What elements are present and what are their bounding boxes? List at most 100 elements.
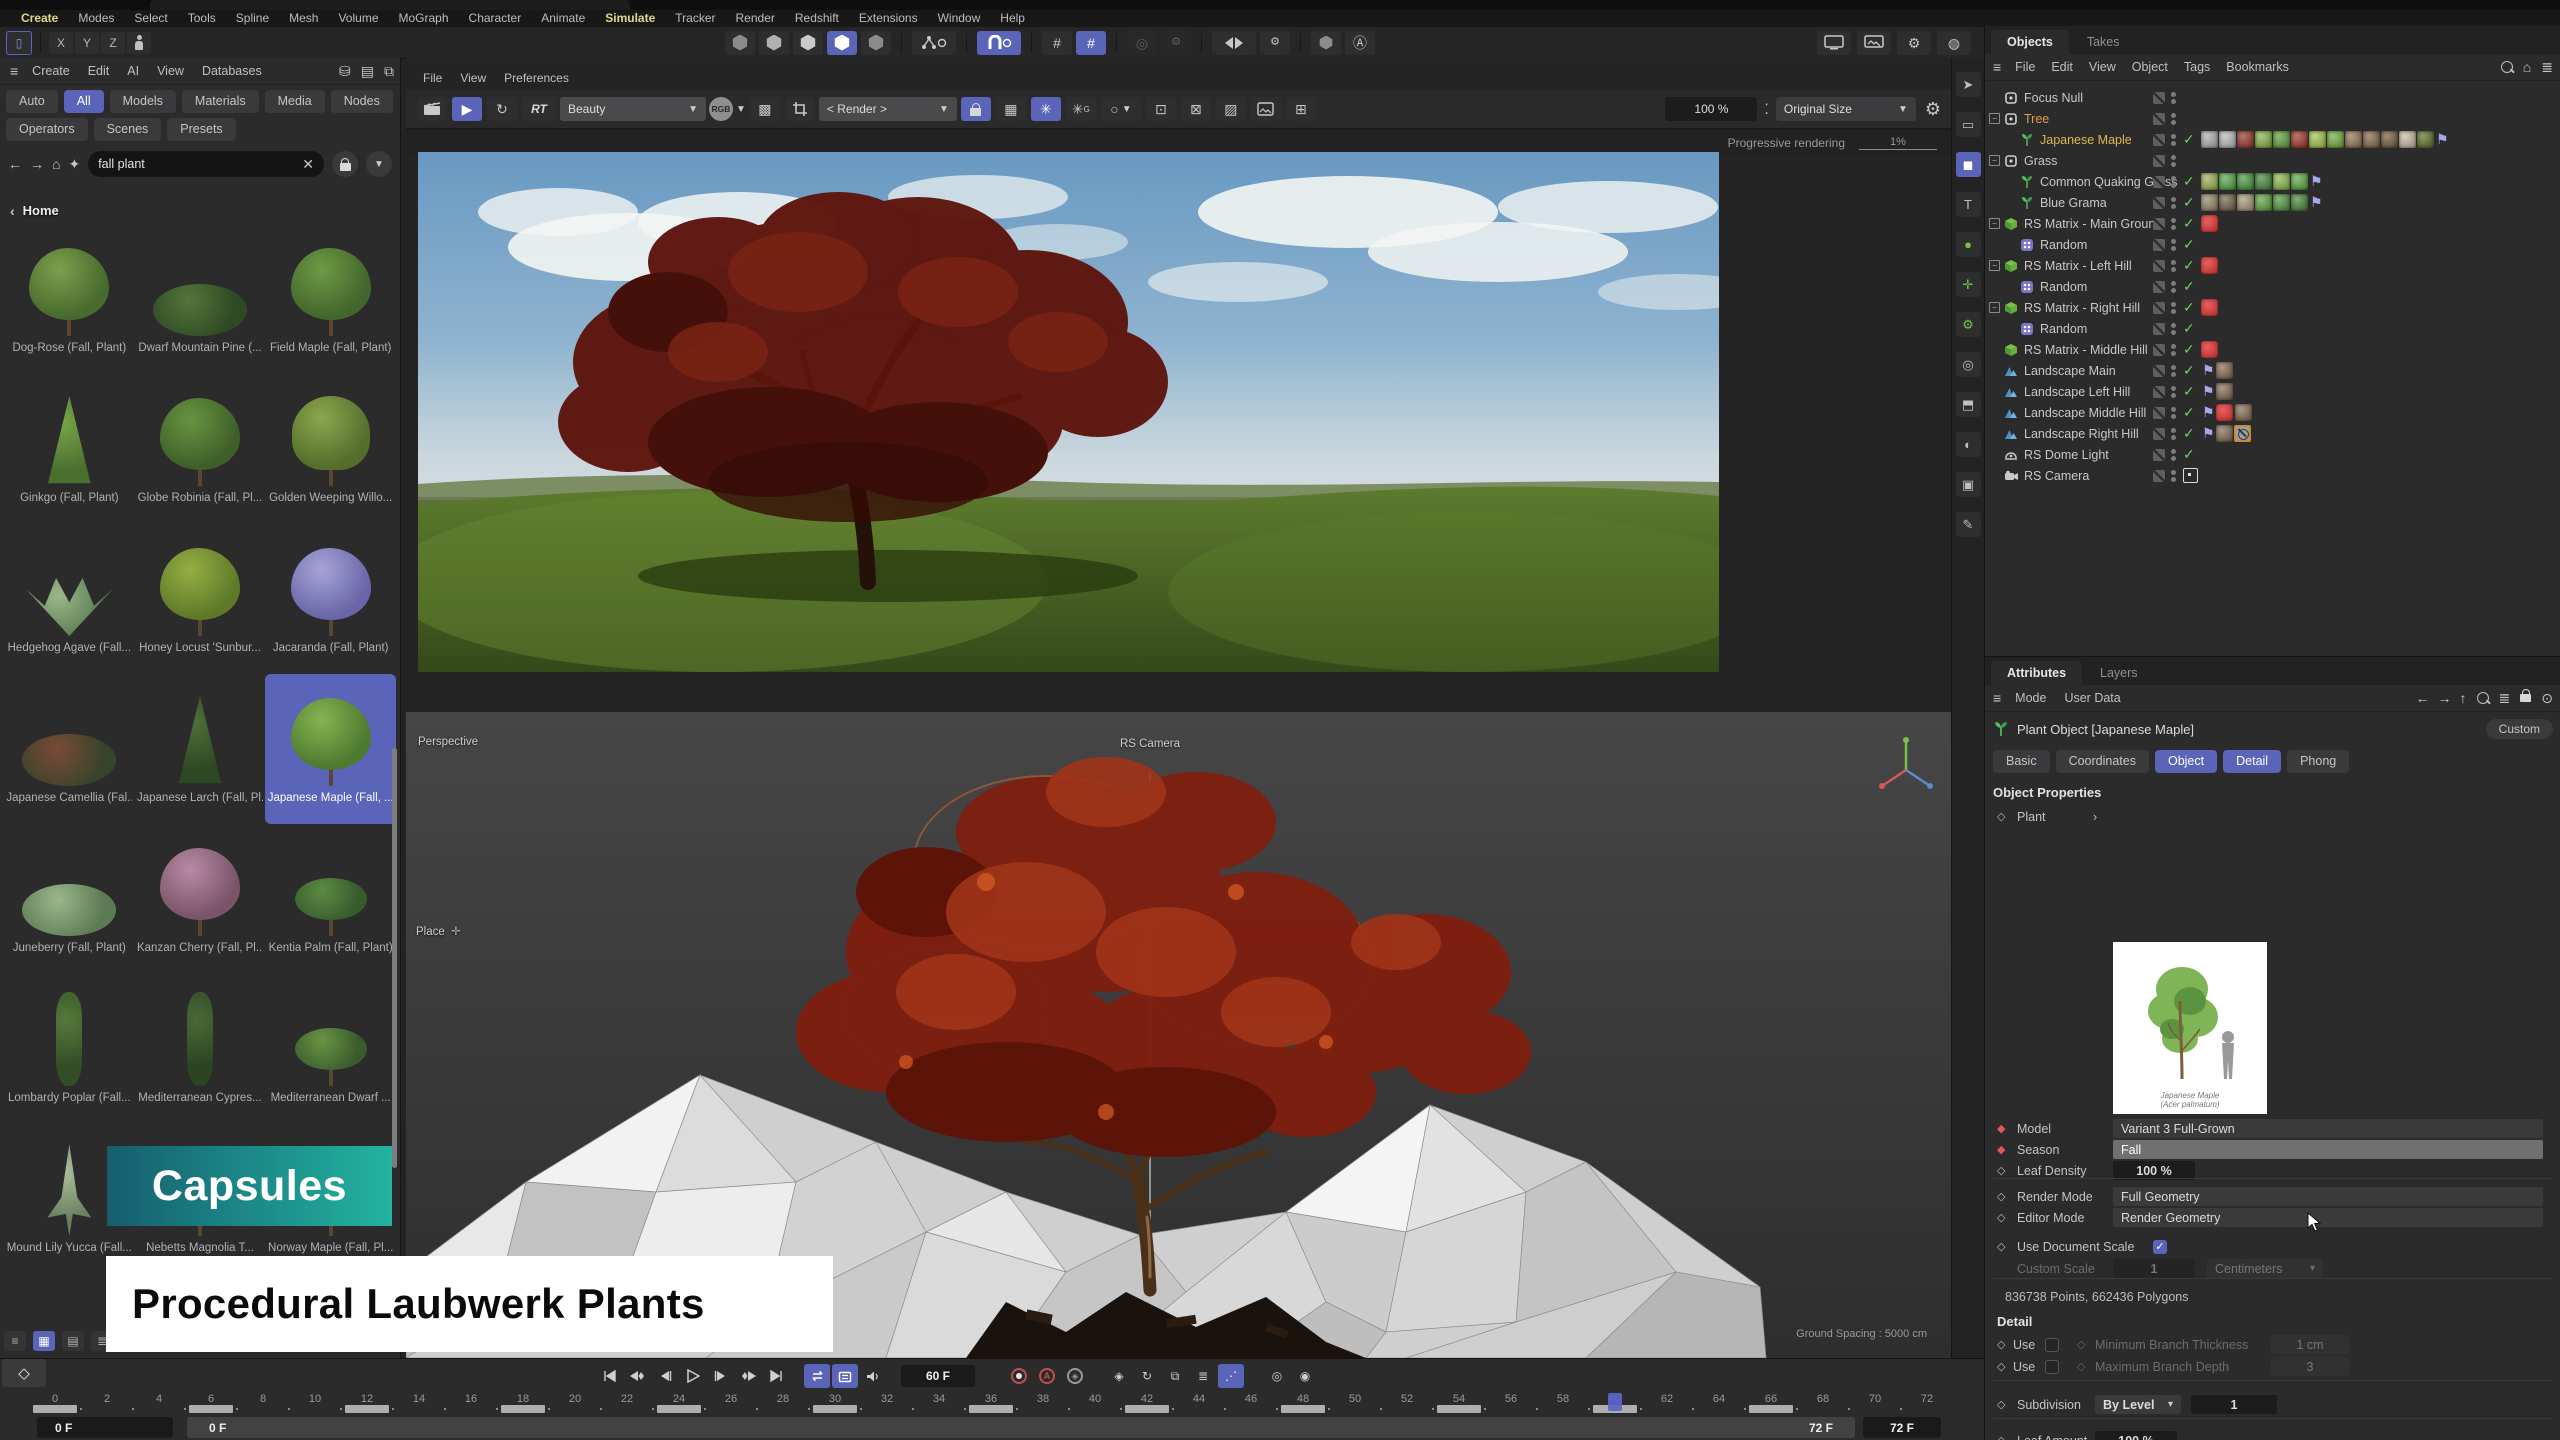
asset-card[interactable]: Golden Weeping Willo... [265,374,396,524]
material-swatch[interactable] [2237,194,2254,211]
rectangle-select-icon[interactable]: ▭ [1956,112,1981,137]
menu-mesh[interactable]: Mesh [280,10,327,27]
keyframe-block[interactable] [345,1405,389,1413]
disabled-tag-icon[interactable] [2234,425,2251,442]
object-row[interactable]: Focus Null [1985,87,2560,108]
axis-y-button[interactable]: Y [75,32,99,54]
asset-card[interactable]: Field Maple (Fall, Plant) [265,224,396,374]
enabled-check-icon[interactable]: ✓ [2183,194,2195,211]
keyframe-block[interactable] [813,1405,857,1413]
flag-tag-icon[interactable]: ⚑ [2202,383,2215,400]
material-swatch[interactable] [2255,173,2272,190]
om-menu-edit[interactable]: Edit [2043,60,2081,74]
live-selection-icon[interactable]: ➤ [1956,72,1981,97]
visibility-dots[interactable] [2171,176,2176,188]
texture-mode-icon[interactable]: T [1956,192,1981,217]
circle-select-icon[interactable]: ○▼ [1101,97,1141,121]
asset-card[interactable]: Kentia Palm (Fall, Plant) [265,824,396,974]
key-rotation-icon[interactable]: ↻ [1134,1364,1160,1388]
enabled-check-icon[interactable]: ✓ [2183,362,2195,379]
attr-tab-coordinates[interactable]: Coordinates [2056,750,2149,773]
enabled-check-icon[interactable]: ✓ [2183,236,2195,253]
editor-toggle[interactable] [2153,155,2165,167]
diamond-icon[interactable]: ◇ [1997,1211,2005,1224]
zoom-level-field[interactable]: 100 % [1665,97,1757,121]
render-view-icon[interactable] [1817,31,1851,55]
visibility-dots[interactable] [2171,407,2176,419]
pop-out-icon[interactable]: ⧉ [384,64,394,78]
material-swatch[interactable] [2345,131,2362,148]
filter-chip-auto[interactable]: Auto [6,90,58,113]
enabled-check-icon[interactable]: ✓ [2183,446,2195,463]
flag-tag-icon[interactable]: ⚑ [2202,425,2215,442]
expander-icon[interactable]: − [1989,155,2000,166]
asset-scrollbar[interactable] [392,748,397,1168]
menu-create[interactable]: Create [12,10,67,27]
material-swatch[interactable] [2327,131,2344,148]
menu-volume[interactable]: Volume [329,10,387,27]
filter-chip-operators[interactable]: Operators [6,118,88,141]
material-swatch[interactable] [2417,131,2434,148]
menu-extensions[interactable]: Extensions [850,10,927,27]
pen-tool-icon[interactable]: ✎ [1956,512,1981,537]
mode-workplane-icon[interactable] [793,31,823,55]
menu-help[interactable]: Help [991,10,1034,27]
play-icon[interactable] [680,1364,706,1388]
collapse-icon[interactable]: ‹ [10,204,15,218]
attr-menu-mode[interactable]: Mode [2007,691,2054,705]
asset-card[interactable]: Japanese Maple (Fall, ... [265,674,396,824]
material-swatch[interactable] [2291,131,2308,148]
min-branch-thickness-field[interactable]: 1 cm [2271,1335,2349,1354]
model-select[interactable]: Variant 3 Full-Grown [2113,1119,2543,1138]
diamond-icon[interactable]: ◇ [1997,1434,2005,1440]
subdivision-value-field[interactable]: 1 [2191,1395,2277,1414]
diamond-icon[interactable]: ◇ [1997,1398,2005,1411]
editor-toggle[interactable] [2153,323,2165,335]
visibility-dots[interactable] [2171,260,2176,272]
material-swatch[interactable] [2309,131,2326,148]
season-select[interactable]: Fall [2113,1140,2543,1159]
range-end-field[interactable]: 72 F [1863,1417,1941,1438]
om-menu-view[interactable]: View [2081,60,2124,74]
home-icon[interactable]: ⌂ [52,157,60,171]
object-row[interactable]: Random✓ [1985,318,2560,339]
asset-card[interactable]: Hedgehog Agave (Fall... [4,524,135,674]
asset-card[interactable]: Kanzan Cherry (Fall, Pl... [135,824,266,974]
visibility-dots[interactable] [2171,449,2176,461]
asset-card[interactable]: Japanese Larch (Fall, Pl... [135,674,266,824]
next-frame-icon[interactable] [708,1364,734,1388]
prev-keyframe-icon[interactable] [624,1364,650,1388]
ab-menu-create[interactable]: Create [24,64,78,78]
clear-icon[interactable]: ✕ [302,157,314,171]
model-mode-icon[interactable]: ◼ [1956,152,1981,177]
mode-texture-icon[interactable] [759,31,789,55]
expander-icon[interactable]: − [1989,260,2000,271]
mode-model-icon[interactable] [725,31,755,55]
editor-mode-select[interactable]: Render Geometry [2113,1208,2543,1227]
material-swatch[interactable] [2201,173,2218,190]
use-min-checkbox[interactable] [2045,1338,2059,1352]
attr-menu-userdata[interactable]: User Data [2056,691,2128,705]
filter-chip-scenes[interactable]: Scenes [94,118,162,141]
leaf-amount-field[interactable]: 100 % [2095,1431,2177,1440]
visibility-dots[interactable] [2171,470,2176,482]
rs-camera-label[interactable]: RS Camera [1050,738,1250,750]
render-settings-icon[interactable]: ⚙ [1897,31,1931,55]
render-slot-select[interactable]: < Render >▼ [819,97,957,121]
object-row[interactable]: RS Matrix - Middle Hill✓ [1985,339,2560,360]
key-pla-icon[interactable]: ⋰ [1218,1364,1244,1388]
hamburger-icon[interactable]: ≡ [1993,60,2001,74]
editor-toggle[interactable] [2153,113,2165,125]
object-row[interactable]: RS Dome Light✓ [1985,444,2560,465]
target-icon[interactable]: ◎ [1127,31,1157,55]
render-mode-select[interactable]: Full Geometry [2113,1187,2543,1206]
split-view-icon[interactable]: ▤ [361,64,374,78]
coordinate-system-icon[interactable] [127,32,151,54]
attr-tab-object[interactable]: Object [2155,750,2217,773]
lock-icon[interactable] [332,151,358,177]
chevron-down-icon[interactable]: ▼ [366,151,392,177]
visibility-dots[interactable] [2171,344,2176,356]
back-icon[interactable]: ← [2416,691,2430,705]
material-swatch[interactable] [2219,131,2236,148]
max-branch-depth-field[interactable]: 3 [2271,1357,2349,1376]
